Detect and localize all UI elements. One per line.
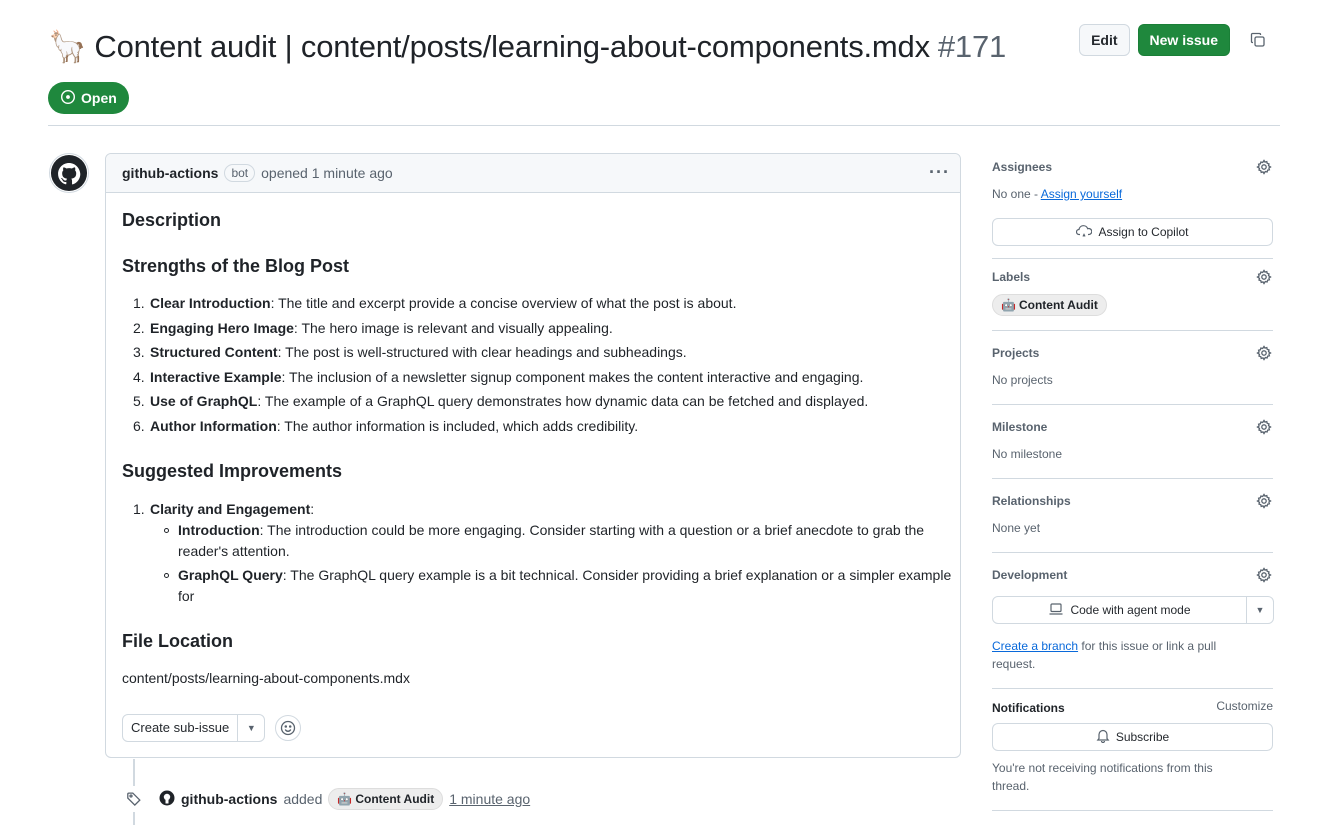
milestone-title[interactable]: Milestone [992, 420, 1047, 434]
relationships-value: None yet [992, 521, 1041, 535]
subscribe-button[interactable]: Subscribe [992, 723, 1273, 751]
heading-description: Description [122, 210, 222, 230]
issue-number: #171 [937, 29, 1007, 64]
avatar[interactable] [49, 153, 89, 193]
edit-button[interactable]: Edit [1079, 24, 1130, 56]
improvements-list: 1. Clarity and Engagement: Introduction: … [122, 497, 952, 607]
tag-icon [121, 786, 147, 812]
small-avatar-icon[interactable] [159, 790, 175, 809]
create-branch-link[interactable]: Create a branch [992, 639, 1078, 653]
development-title[interactable]: Development [992, 568, 1067, 582]
list-item: 3. Structured Content: The post is well-s… [133, 344, 687, 360]
new-issue-button[interactable]: New issue [1137, 24, 1230, 56]
gear-icon[interactable] [1255, 492, 1273, 510]
timeline-action: added [283, 791, 323, 807]
assign-yourself-link[interactable]: Assign yourself [1041, 187, 1122, 201]
issue-title-text: Content audit | content/posts/learning-a… [94, 29, 930, 64]
bot-badge: bot [224, 164, 256, 182]
gear-icon[interactable] [1255, 566, 1273, 584]
status-label: Open [81, 90, 117, 106]
list-item: 1. Clarity and Engagement: [133, 501, 315, 517]
heading-file-location: File Location [122, 631, 234, 651]
gear-icon[interactable] [1255, 418, 1273, 436]
laptop-icon [1048, 602, 1064, 619]
list-item: 1. Clear Introduction: The title and exce… [133, 295, 737, 311]
header-actions: Edit New issue [1079, 24, 1274, 56]
copilot-icon [1076, 224, 1093, 241]
create-subissue-split-button: Create sub-issue ▼ [122, 714, 266, 742]
timeline-label-pill[interactable]: 🤖 Content Audit [328, 788, 444, 810]
heading-strengths: Strengths of the Blog Post [122, 256, 349, 276]
kebab-menu-icon[interactable]: ··· [929, 162, 950, 183]
comment-footer: Create sub-issue ▼ [122, 714, 302, 742]
issue-opened-icon [60, 89, 76, 108]
status-badge: Open [48, 82, 129, 114]
issue-body-comment: github-actions bot opened 1 minute ago ·… [105, 153, 961, 758]
list-item: 5. Use of GraphQL: The example of a Graph… [133, 393, 869, 409]
comment-header: github-actions bot opened 1 minute ago ·… [106, 154, 960, 193]
notification-status-text: You're not receiving notifications from … [992, 761, 1213, 793]
label-content-audit[interactable]: 🤖 Content Audit [992, 294, 1107, 316]
llama-emoji: 🦙 [48, 29, 87, 64]
bell-icon [1096, 728, 1110, 746]
github-logo-icon [50, 154, 88, 192]
gear-icon[interactable] [1255, 268, 1273, 286]
projects-value: No projects [992, 373, 1053, 387]
sub-list-item: GraphQL Query: The GraphQL query example… [122, 565, 952, 607]
strengths-list: 1. Clear Introduction: The title and exce… [122, 291, 868, 438]
assignees-title[interactable]: Assignees [992, 160, 1052, 174]
timeline-timestamp[interactable]: 1 minute ago [449, 791, 530, 807]
agent-mode-split-button: Code with agent mode ▼ [992, 596, 1274, 624]
list-item: 4. Interactive Example: The inclusion of … [133, 368, 864, 385]
file-path: content/posts/learning-about-components.… [122, 670, 410, 686]
list-item: 2. Engaging Hero Image: The hero image is… [133, 319, 613, 336]
issue-title: 🦙 Content audit | content/posts/learning-… [48, 28, 1006, 65]
chevron-down-icon[interactable]: ▼ [238, 715, 264, 741]
list-item: 6. Author Information: The author informa… [133, 417, 639, 434]
timeline-label-event: github-actions added 🤖 Content Audit 1 mi… [121, 786, 531, 812]
copy-icon[interactable] [1242, 24, 1274, 56]
development-help-text: Create a branch for this issue or link a… [992, 639, 1217, 671]
assign-copilot-button[interactable]: Assign to Copilot [992, 218, 1273, 246]
gear-icon[interactable] [1255, 158, 1273, 176]
projects-title[interactable]: Projects [992, 346, 1039, 360]
timeline-author[interactable]: github-actions [181, 791, 277, 807]
sub-list-item: Introduction: The introduction could be … [122, 520, 952, 562]
assignees-value: No one - Assign yourself [992, 187, 1123, 201]
labels-title[interactable]: Labels [992, 270, 1030, 284]
gear-icon[interactable] [1255, 344, 1273, 362]
milestone-value: No milestone [992, 447, 1063, 461]
comment-meta: opened 1 minute ago [261, 165, 393, 181]
chevron-down-icon[interactable]: ▼ [1247, 597, 1273, 623]
create-subissue-button[interactable]: Create sub-issue [123, 715, 239, 741]
code-with-agent-mode-button[interactable]: Code with agent mode [993, 597, 1247, 623]
heading-improvements: Suggested Improvements [122, 461, 343, 481]
notifications-title: Notifications [992, 701, 1065, 715]
comment-author[interactable]: github-actions [122, 165, 218, 181]
issue-header: 🦙 Content audit | content/posts/learning-… [48, 24, 1280, 126]
smiley-icon[interactable] [275, 715, 302, 741]
relationships-title[interactable]: Relationships [992, 494, 1071, 508]
customize-link[interactable]: Customize [1216, 699, 1273, 713]
